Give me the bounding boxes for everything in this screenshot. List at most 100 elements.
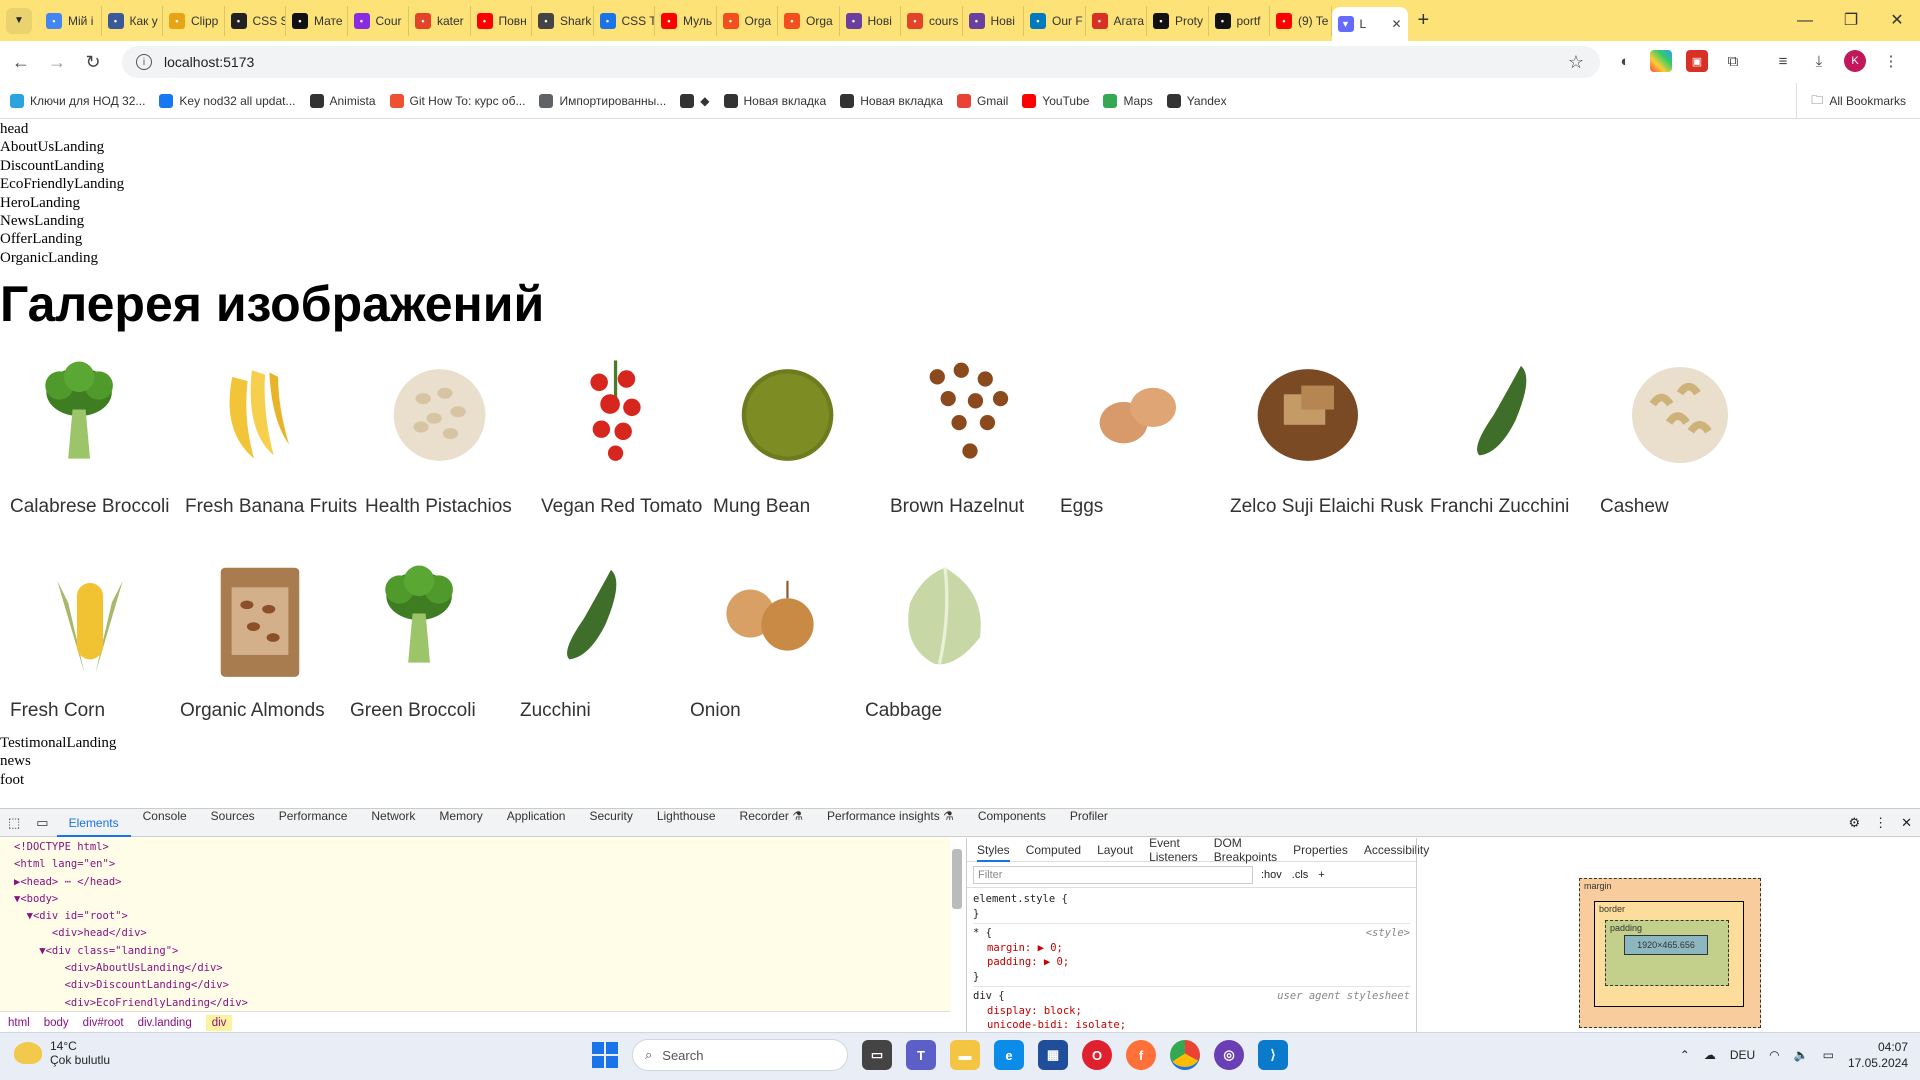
- bookmark-item[interactable]: Импортированны...: [539, 93, 666, 108]
- styles-subtab[interactable]: Event Listeners: [1149, 836, 1198, 864]
- devtools-tab[interactable]: Recorder ⚗: [728, 809, 815, 837]
- store-icon[interactable]: ▦: [1038, 1040, 1068, 1070]
- dom-node[interactable]: <div>EcoFriendlyLanding</div>: [14, 995, 936, 1012]
- reload-button[interactable]: ↻: [78, 52, 108, 73]
- weather-widget[interactable]: 14°C Çok bulutlu: [14, 1039, 110, 1067]
- css-rule[interactable]: element.style {}: [973, 890, 1410, 924]
- gallery-item[interactable]: Vegan Red Tomato: [531, 340, 711, 518]
- browser-tab[interactable]: • Our F: [1024, 5, 1086, 36]
- bookmark-item[interactable]: Yandex: [1166, 93, 1227, 108]
- google-lens-icon[interactable]: ◐: [1614, 50, 1636, 72]
- browser-tab[interactable]: • CSS S: [225, 5, 286, 36]
- css-property[interactable]: padding: ▶ 0;: [973, 955, 1410, 970]
- gallery-item[interactable]: Calabrese Broccoli: [0, 340, 180, 518]
- edge-icon[interactable]: e: [994, 1040, 1024, 1070]
- devtools-tab[interactable]: Network: [359, 809, 427, 837]
- dom-node[interactable]: <div>DiscountLanding</div>: [14, 977, 936, 994]
- windows-start-icon[interactable]: [592, 1042, 618, 1068]
- bookmark-item[interactable]: Git How To: курс об...: [389, 93, 525, 108]
- file-explorer-icon[interactable]: ▬: [950, 1040, 980, 1070]
- browser-tab[interactable]: • Мате: [286, 5, 348, 36]
- browser-tab[interactable]: • Повн: [471, 5, 532, 36]
- breadcrumb-item[interactable]: div: [205, 1014, 233, 1031]
- firefox-icon[interactable]: f: [1126, 1040, 1156, 1070]
- media-icon[interactable]: ≡: [1772, 50, 1794, 72]
- browser-tab[interactable]: • Как у: [102, 5, 163, 36]
- tab-search-button[interactable]: ▼: [6, 7, 32, 34]
- devtools-tab[interactable]: Performance insights ⚗: [815, 809, 966, 837]
- browser-tab[interactable]: • Cour: [348, 5, 409, 36]
- bookmark-item[interactable]: Maps: [1103, 93, 1153, 108]
- browser-tab[interactable]: • Shark: [532, 5, 594, 36]
- language-indicator[interactable]: DEU: [1730, 1048, 1755, 1062]
- styles-subtab[interactable]: Computed: [1026, 843, 1081, 857]
- taskbar-search[interactable]: ⌕ Search: [632, 1039, 848, 1071]
- elements-scrollbar[interactable]: [952, 849, 962, 909]
- css-rule[interactable]: <style> * {margin: ▶ 0; padding: ▶ 0;}: [973, 924, 1410, 987]
- clock[interactable]: 04:07 17.05.2024: [1848, 1039, 1908, 1071]
- onedrive-icon[interactable]: ☁: [1704, 1048, 1716, 1062]
- opera-icon[interactable]: O: [1082, 1040, 1112, 1070]
- browser-tab[interactable]: • portf: [1209, 5, 1270, 36]
- all-bookmarks-button[interactable]: 🗀 All Bookmarks: [1796, 83, 1906, 119]
- bookmark-item[interactable]: Animista: [309, 93, 376, 108]
- devtools-tab[interactable]: Memory: [427, 809, 494, 837]
- browser-tab[interactable]: • Clipp: [163, 5, 225, 36]
- css-property[interactable]: unicode-bidi: isolate;: [973, 1018, 1410, 1033]
- dom-node[interactable]: <div>AboutUsLanding</div>: [14, 960, 936, 977]
- devtools-tab[interactable]: Components: [966, 809, 1058, 837]
- devtools-tab[interactable]: Performance: [267, 809, 360, 837]
- breadcrumb-item[interactable]: body: [44, 1017, 69, 1029]
- browser-tab[interactable]: • Proty: [1147, 5, 1209, 36]
- dom-node[interactable]: ▼<div id="root">: [14, 908, 936, 925]
- vscode-icon[interactable]: ⟩: [1258, 1040, 1288, 1070]
- browser-tab[interactable]: • Мій і: [40, 5, 102, 36]
- gallery-item[interactable]: Franchi Zucchini: [1420, 340, 1600, 518]
- gallery-item[interactable]: Fresh Banana Fruits: [175, 340, 357, 518]
- devtools-menu-icon[interactable]: ⋮: [1874, 815, 1887, 831]
- active-tab[interactable]: ▼ L ✕: [1331, 7, 1408, 41]
- dom-node[interactable]: ▼<body>: [14, 891, 936, 908]
- gallery-item[interactable]: Onion: [680, 544, 860, 722]
- gallery-item[interactable]: Zelco Suji Elaichi Rusk: [1220, 340, 1423, 518]
- bookmark-item[interactable]: Новая вкладка: [840, 93, 943, 108]
- battery-icon[interactable]: ▭: [1823, 1048, 1834, 1062]
- minimize-button[interactable]: —: [1782, 0, 1828, 41]
- gallery-item[interactable]: Fresh Corn: [0, 544, 180, 722]
- styles-filter-input[interactable]: Filter: [973, 865, 1253, 884]
- extensions-puzzle-icon[interactable]: ⧉: [1722, 50, 1744, 72]
- styles-tool-button[interactable]: +: [1318, 869, 1324, 881]
- styles-subtab[interactable]: Styles: [977, 838, 1010, 862]
- devtools-tab[interactable]: Security: [577, 809, 644, 837]
- profile-avatar[interactable]: K: [1844, 50, 1866, 72]
- styles-subtab[interactable]: Layout: [1097, 843, 1133, 857]
- styles-tool-button[interactable]: .cls: [1292, 869, 1309, 881]
- dom-node[interactable]: <!DOCTYPE html>: [14, 839, 936, 856]
- download-icon[interactable]: ⤓: [1808, 50, 1830, 72]
- browser-tab[interactable]: • Нові: [963, 5, 1024, 36]
- gallery-item[interactable]: Green Broccoli: [340, 544, 520, 722]
- browser-tab[interactable]: • Orga: [778, 5, 840, 36]
- volume-icon[interactable]: 🔈: [1794, 1048, 1809, 1062]
- gallery-item[interactable]: Cashew: [1590, 340, 1770, 518]
- bookmark-item[interactable]: Ключи для НОД 32...: [10, 93, 145, 108]
- task-view-icon[interactable]: ▭: [862, 1040, 892, 1070]
- devtools-tab[interactable]: Console: [131, 809, 199, 837]
- devtools-tab[interactable]: Application: [495, 809, 578, 837]
- elements-tree[interactable]: <!DOCTYPE html> <html lang="en"> ▶<head> ⋯…: [0, 838, 950, 1018]
- dom-node[interactable]: <html lang="en">: [14, 856, 936, 873]
- browser-tab[interactable]: • Нові: [840, 5, 901, 36]
- close-devtools-icon[interactable]: ✕: [1901, 815, 1912, 831]
- chrome-icon[interactable]: [1170, 1040, 1200, 1070]
- back-button[interactable]: ←: [6, 52, 36, 73]
- device-toolbar-icon[interactable]: ▭: [28, 815, 56, 831]
- css-rule[interactable]: user agent stylesheet div {display: block…: [973, 987, 1410, 1036]
- gallery-item[interactable]: Cabbage: [855, 544, 1035, 722]
- close-window-button[interactable]: ✕: [1874, 0, 1920, 41]
- gallery-item[interactable]: Eggs: [1050, 340, 1230, 518]
- styles-subtab[interactable]: DOM Breakpoints: [1214, 836, 1277, 864]
- browser-tab[interactable]: • Orga: [717, 5, 778, 36]
- settings-gear-icon[interactable]: ⚙: [1848, 815, 1860, 831]
- breadcrumb-item[interactable]: div#root: [83, 1017, 124, 1029]
- forward-button[interactable]: →: [42, 52, 72, 73]
